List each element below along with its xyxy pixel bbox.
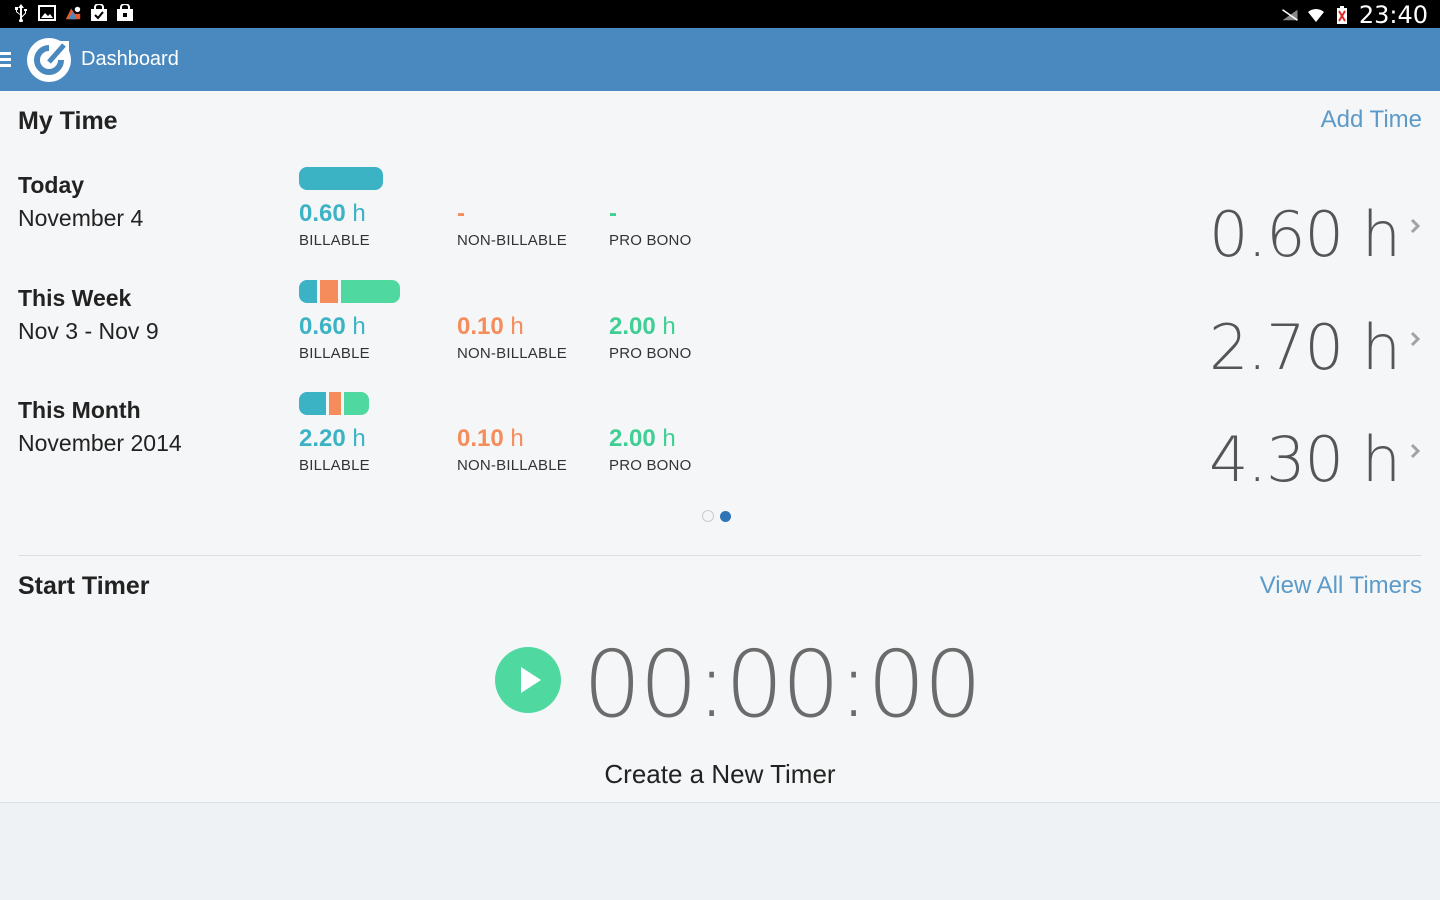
probono-label: PRO BONO [609, 232, 692, 249]
nonbillable-label: NON-BILLABLE [457, 232, 567, 249]
probono-label: PRO BONO [609, 457, 692, 474]
nonbillable-metric: 0.10 h NON-BILLABLE [457, 313, 567, 362]
probono-value: - [609, 200, 617, 227]
row-label: This Month November 2014 [18, 395, 182, 461]
chevron-right-icon[interactable] [1408, 329, 1422, 349]
billable-unit: h [352, 200, 366, 227]
billable-segment [299, 167, 383, 190]
time-row-week[interactable]: This Week Nov 3 - Nov 9 0.60 h BILLABLE … [0, 280, 1440, 384]
nonbillable-segment [320, 280, 338, 303]
menu-icon[interactable] [0, 52, 12, 68]
row-label: This Week Nov 3 - Nov 9 [18, 283, 159, 349]
app-title: Dashboard [81, 48, 179, 70]
shopping-bag-check-icon [90, 4, 108, 22]
row-title: Today [18, 172, 85, 198]
image-icon [38, 4, 56, 22]
status-bar-system: 23:40 [1281, 1, 1428, 29]
page-dot-1[interactable] [702, 510, 714, 522]
row-label: Today November 4 [18, 170, 143, 236]
billable-label: BILLABLE [299, 345, 370, 362]
status-bar-notifications [12, 4, 134, 22]
time-row-today[interactable]: Today November 4 0.60 h BILLABLE - NON-B… [0, 167, 1440, 271]
status-time: 23:40 [1358, 1, 1428, 29]
nonbillable-value: - [457, 200, 465, 227]
nonbillable-unit: h [510, 313, 524, 340]
nonbillable-value: 0.10 [457, 313, 504, 340]
billable-segment [299, 392, 326, 415]
chevron-right-icon[interactable] [1408, 216, 1422, 236]
billable-value: 2.20 [299, 425, 346, 452]
probono-segment [344, 392, 369, 415]
billable-unit: h [352, 313, 366, 340]
row-subtitle: November 2014 [18, 430, 182, 456]
probono-unit: h [662, 425, 676, 452]
usb-icon [12, 4, 30, 22]
nonbillable-unit: h [510, 425, 524, 452]
time-breakdown-bar [299, 167, 383, 190]
time-breakdown-bar [299, 280, 400, 303]
create-new-timer-button[interactable]: Create a New Timer [0, 759, 1440, 790]
billable-label: BILLABLE [299, 232, 370, 249]
row-title: This Week [18, 285, 132, 311]
probono-segment [341, 280, 400, 303]
probono-value: 2.00 [609, 313, 656, 340]
app-logo-icon[interactable] [24, 35, 74, 85]
dashboard-content: My Time Add Time Today November 4 0.60 h… [0, 91, 1440, 803]
battery-alert-icon [1333, 6, 1351, 24]
billable-unit: h [352, 425, 366, 452]
section-divider [18, 555, 1422, 556]
action-bar: Dashboard [0, 28, 1440, 91]
add-time-link[interactable]: Add Time [1321, 106, 1422, 134]
billable-metric: 0.60 h BILLABLE [299, 313, 370, 362]
billable-label: BILLABLE [299, 457, 370, 474]
billable-value: 0.60 [299, 313, 346, 340]
status-bar: 23:40 [0, 0, 1440, 29]
page-dot-2[interactable] [720, 510, 731, 522]
nonbillable-label: NON-BILLABLE [457, 457, 567, 474]
time-row-month[interactable]: This Month November 2014 2.20 h BILLABLE… [0, 392, 1440, 496]
my-time-title: My Time [18, 107, 118, 135]
chevron-right-icon[interactable] [1408, 441, 1422, 461]
row-total: 4.30 h [1208, 423, 1401, 496]
page-indicator[interactable] [702, 510, 731, 522]
time-breakdown-bar [299, 392, 369, 415]
start-timer-title: Start Timer [18, 572, 150, 600]
row-title: This Month [18, 397, 141, 423]
probono-metric: - PRO BONO [609, 200, 691, 249]
view-all-timers-link[interactable]: View All Timers [1260, 572, 1422, 600]
row-subtitle: Nov 3 - Nov 9 [18, 318, 159, 344]
shopping-bag-icon [116, 4, 134, 22]
nonbillable-segment [329, 392, 341, 415]
probono-metric: 2.00 h PRO BONO [609, 313, 691, 362]
timer-display: 00:00:00 [583, 631, 982, 738]
row-subtitle: November 4 [18, 205, 144, 231]
nonbillable-value: 0.10 [457, 425, 504, 452]
nonbillable-label: NON-BILLABLE [457, 345, 567, 362]
probono-unit: h [662, 313, 676, 340]
nonbillable-metric: 0.10 h NON-BILLABLE [457, 425, 567, 474]
probono-label: PRO BONO [609, 345, 692, 362]
billable-segment [299, 280, 317, 303]
nonbillable-metric: - NON-BILLABLE [457, 200, 567, 249]
row-total: 0.60 h [1208, 198, 1401, 271]
billable-value: 0.60 [299, 200, 346, 227]
recycle-icon [64, 4, 82, 22]
wifi-icon [1307, 6, 1325, 24]
billable-metric: 0.60 h BILLABLE [299, 200, 370, 249]
no-signal-icon [1281, 6, 1299, 24]
probono-value: 2.00 [609, 425, 656, 452]
row-total: 2.70 h [1208, 311, 1401, 384]
play-icon[interactable] [495, 647, 561, 713]
billable-metric: 2.20 h BILLABLE [299, 425, 370, 474]
probono-metric: 2.00 h PRO BONO [609, 425, 691, 474]
